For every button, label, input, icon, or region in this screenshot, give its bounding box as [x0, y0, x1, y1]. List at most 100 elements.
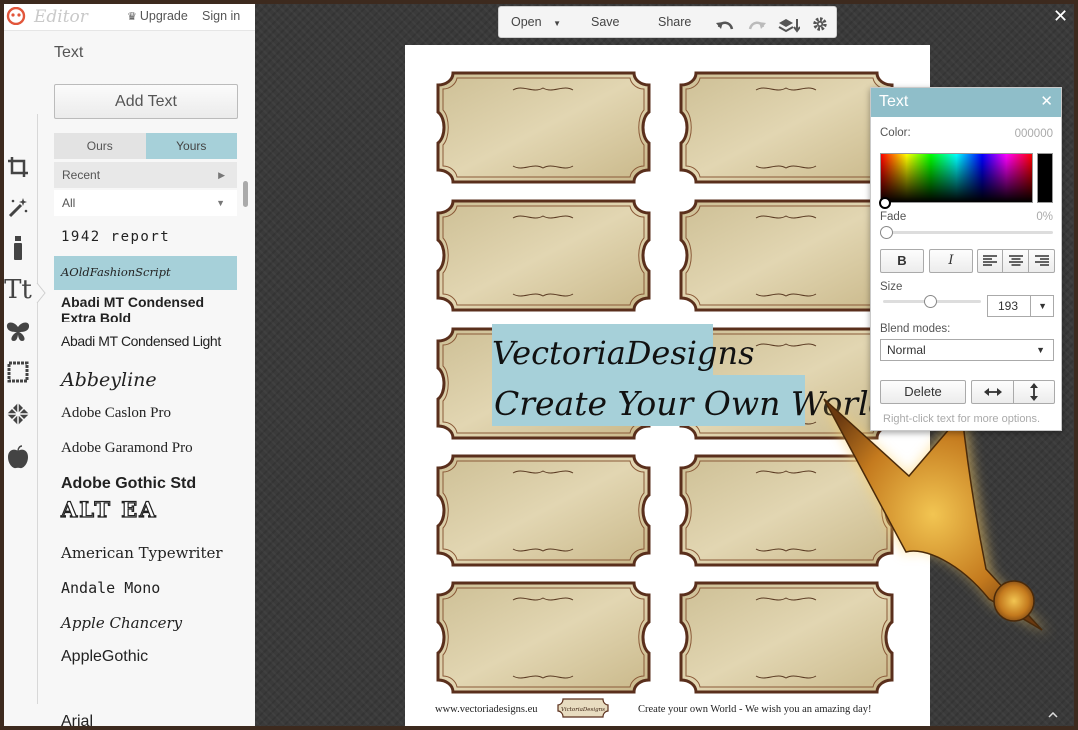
font-item-label: AOldFashionScript [61, 265, 171, 279]
save-button[interactable]: Save [591, 7, 620, 37]
label-frame [433, 580, 654, 695]
align-left-icon[interactable] [983, 255, 997, 267]
layers-icon[interactable] [778, 14, 801, 44]
align-right-icon[interactable] [1035, 255, 1049, 267]
chevron-down-icon: ▼ [553, 19, 561, 28]
tab-ours[interactable]: Ours [54, 133, 146, 159]
editor-frame: Editor ♛ Upgrade Sign in Tt Text Add Tex… [4, 4, 1074, 726]
color-spectrum[interactable] [880, 153, 1033, 203]
panel-header: Text ✕ [871, 88, 1061, 117]
font-item[interactable]: Apple Chancery [54, 610, 237, 640]
text-properties-panel: Text ✕ Color: 000000 Fade 0% B I Size 19… [870, 87, 1062, 431]
magic-wand-icon[interactable] [4, 191, 32, 223]
color-picker-handle[interactable] [879, 197, 891, 209]
logo-icon[interactable] [6, 7, 26, 25]
close-editor-icon[interactable]: ✕ [1053, 6, 1068, 27]
blend-mode-value: Normal [887, 343, 926, 357]
blend-mode-select[interactable]: Normal ▼ [880, 339, 1054, 361]
font-list: 1942 report AOldFashionScript Abadi MT C… [54, 220, 242, 726]
open-label: Open [511, 15, 542, 29]
font-item[interactable]: American Typewriter [54, 540, 237, 570]
font-item-label: Adobe Garamond Pro [61, 440, 193, 456]
font-item-selected[interactable]: AOldFashionScript [54, 256, 237, 290]
align-center-icon[interactable] [1009, 255, 1023, 267]
size-label: Size [880, 281, 903, 293]
font-list-scrollbar[interactable] [243, 181, 248, 207]
align-divider [1028, 250, 1029, 272]
flip-group [971, 380, 1055, 404]
panel-title: Text [879, 93, 909, 110]
font-item[interactable]: Abbeyline [54, 366, 237, 396]
flip-vertical-icon[interactable] [1029, 383, 1039, 401]
footer-tagline: Create your own World - We wish you an a… [638, 704, 872, 715]
font-item[interactable]: Adobe Garamond Pro [54, 435, 237, 465]
add-text-button[interactable]: Add Text [54, 84, 238, 119]
undo-icon[interactable] [716, 14, 734, 44]
category-dropdown[interactable]: All ▼ [54, 190, 237, 216]
text-icon[interactable]: Tt [4, 274, 32, 306]
chevron-down-icon[interactable]: ▼ [1038, 296, 1047, 316]
italic-button[interactable]: I [929, 249, 973, 273]
flip-divider [1013, 381, 1014, 403]
chevron-down-icon: ▼ [1036, 345, 1045, 355]
bold-button[interactable]: B [880, 249, 924, 273]
apple-icon[interactable] [4, 441, 32, 473]
settings-gear-icon[interactable] [812, 13, 828, 43]
font-item[interactable]: Arial [54, 694, 237, 726]
fade-slider[interactable] [885, 231, 1053, 234]
font-item-label: Arial [61, 713, 94, 726]
delete-button[interactable]: Delete [880, 380, 966, 404]
share-button[interactable]: Share [658, 7, 691, 37]
right-click-hint: Right-click text for more options. [883, 413, 1041, 425]
flip-horizontal-icon[interactable] [984, 387, 1002, 397]
size-slider-handle[interactable] [924, 295, 937, 308]
font-item-label: 1942 report [61, 229, 171, 245]
font-item[interactable]: Adobe Caslon Pro [54, 400, 237, 430]
label-frame [433, 70, 654, 185]
font-item[interactable]: ALT EA [54, 496, 237, 526]
font-item-label: AppleGothic [61, 648, 149, 665]
signin-link[interactable]: Sign in [202, 9, 240, 23]
open-button[interactable]: Open ▼ [511, 7, 561, 39]
fade-label: Fade [880, 211, 907, 223]
redo-icon[interactable] [748, 14, 766, 44]
butterfly-icon[interactable] [4, 316, 32, 348]
font-item-label: Adobe Gothic Std [61, 475, 197, 492]
blend-modes-label: Blend modes: [880, 323, 951, 335]
font-item[interactable]: 1942 report [54, 220, 237, 254]
label-frame [676, 198, 897, 313]
color-hex-value[interactable]: 000000 [1015, 128, 1053, 140]
upgrade-link[interactable]: ♛ Upgrade [127, 9, 188, 23]
align-group [977, 249, 1055, 273]
close-icon[interactable]: ✕ [1040, 92, 1053, 110]
size-input[interactable]: 193 ▼ [987, 295, 1054, 317]
font-item[interactable]: Andale Mono [54, 575, 237, 605]
sidebar: Editor ♛ Upgrade Sign in Tt Text Add Tex… [4, 4, 255, 726]
texture-icon[interactable] [4, 398, 32, 430]
font-item-label: Abadi MT Condensed Light [61, 333, 221, 349]
tab-yours[interactable]: Yours [145, 133, 237, 159]
top-toolbar: Open ▼ Save Share [498, 6, 837, 38]
chevron-down-icon: ▼ [216, 198, 225, 208]
logo-text: Editor [34, 7, 88, 27]
font-item-label: Apple Chancery [61, 614, 183, 632]
upgrade-label: Upgrade [139, 9, 188, 23]
frame-icon[interactable] [4, 356, 32, 388]
chevron-right-icon: ▶ [218, 170, 225, 180]
canvas-text-line1[interactable]: VectoriaDesigns [492, 334, 755, 372]
fade-slider-handle[interactable] [880, 226, 893, 239]
brush-icon[interactable] [4, 232, 32, 264]
font-item[interactable]: AppleGothic [54, 644, 237, 674]
fade-value: 0% [1036, 211, 1053, 223]
label-frame [433, 453, 654, 568]
recent-label: Recent [62, 168, 101, 182]
font-item[interactable]: Abadi MT Condensed Light [54, 328, 237, 358]
font-item[interactable]: Abadi MT Condensed Extra Bold [54, 292, 237, 322]
font-item-label: Abadi MT Condensed Extra Bold [61, 294, 205, 322]
crown-icon: ♛ [127, 11, 137, 23]
crop-icon[interactable] [4, 151, 32, 183]
recent-dropdown[interactable]: Recent ▶ [54, 162, 237, 188]
zoom-up-icon[interactable] [1048, 712, 1058, 718]
font-item-label: Andale Mono [61, 579, 161, 597]
align-divider [1002, 250, 1003, 272]
